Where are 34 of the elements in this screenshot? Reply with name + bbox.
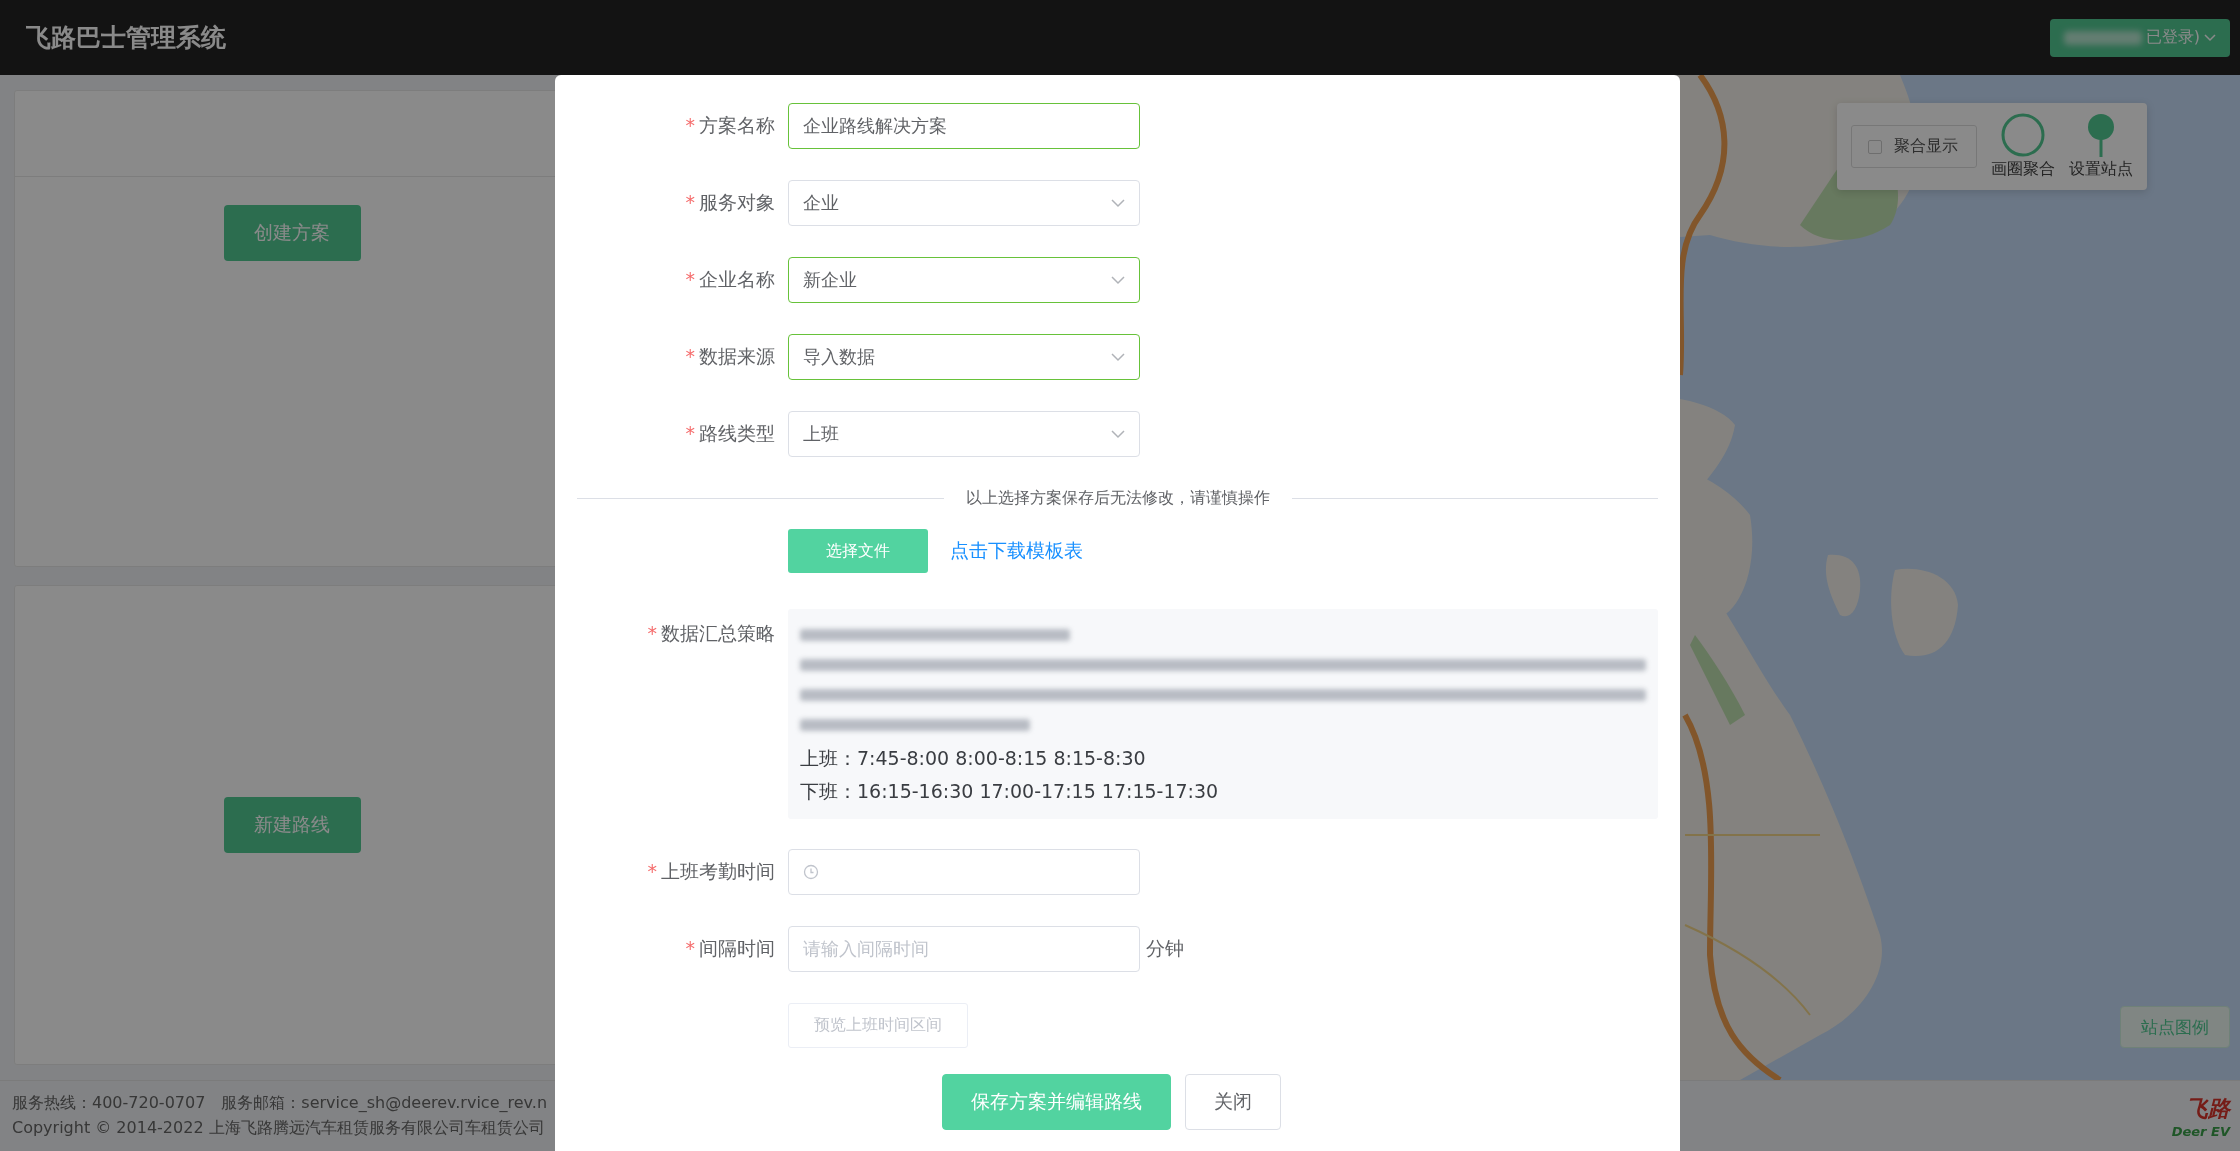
download-template-link[interactable]: 点击下载模板表 <box>950 538 1083 564</box>
field-label: * 数据汇总策略 <box>646 621 775 646</box>
clock-icon <box>803 864 819 880</box>
chevron-down-icon <box>2204 33 2216 42</box>
field-label: * 路线类型 <box>684 421 775 446</box>
time-field[interactable] <box>788 849 1140 895</box>
text-field[interactable]: 企业路线解决方案 <box>788 103 1140 149</box>
close-button[interactable]: 关闭 <box>1185 1074 1281 1130</box>
field-label: * 方案名称 <box>684 113 775 138</box>
company-logo: 飞路 Deer EV <box>2171 1094 2230 1139</box>
chevron-down-icon <box>1111 198 1125 208</box>
chevron-down-icon <box>1111 352 1125 362</box>
app-title: 飞路巴士管理系统 <box>26 22 226 54</box>
chevron-down-icon <box>1111 275 1125 285</box>
strategy-text: 下班：16:15-16:30 17:00-17:15 17:15-17:30 <box>800 779 1220 804</box>
field-label: * 间隔时间 <box>684 936 775 961</box>
aggregate-checkbox[interactable]: 聚合显示 <box>1851 125 1977 168</box>
unit-text: 分钟 <box>1146 936 1184 961</box>
map-tool-button[interactable]: 设置站点 <box>2069 113 2133 180</box>
warning-text: 以上选择方案保存后无法修改，请谨慎操作 <box>965 488 1270 509</box>
map-tool-button[interactable]: 画圈聚合 <box>1991 113 2055 180</box>
field-label: * 服务对象 <box>684 190 775 215</box>
select-field[interactable]: 企业 <box>788 180 1140 226</box>
chevron-down-icon <box>1111 429 1125 439</box>
footer-text: 服务热线：400-720-0707 服务邮箱：service_sh@deerev.rvice_rev.n <box>12 1093 547 1114</box>
footer-text: Copyright © 2014-2022 上海飞路腾远汽车租赁服务有限公司车租赁公司 <box>12 1118 546 1139</box>
field-label: * 上班考勤时间 <box>646 859 775 884</box>
field-label: * 数据来源 <box>684 344 775 369</box>
field-label: * 企业名称 <box>684 267 775 292</box>
strategy-text: 上班：7:45-8:00 8:00-8:15 8:15-8:30 <box>800 746 1147 771</box>
select-field[interactable]: 上班 <box>788 411 1140 457</box>
circle-icon <box>2000 113 2046 157</box>
select-field[interactable]: 新企业 <box>788 257 1140 303</box>
select-field[interactable]: 导入数据 <box>788 334 1140 380</box>
